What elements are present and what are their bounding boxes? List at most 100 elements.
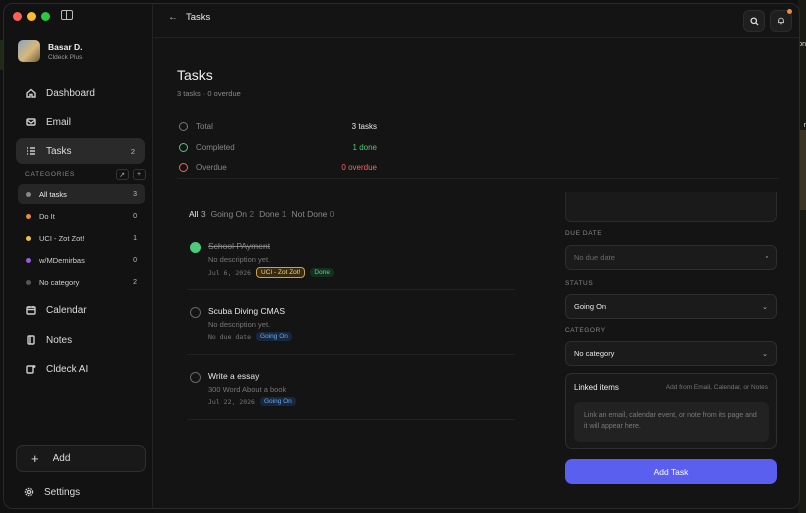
arrow-up-right-icon: ↗ [119, 171, 126, 179]
user-plan: Cldeck Plus [48, 53, 83, 61]
add-button[interactable]: + Add [16, 445, 146, 472]
zoom-window-button[interactable] [41, 12, 50, 21]
add-category-button[interactable]: + [133, 169, 146, 180]
sidebar-item-dashboard[interactable]: Dashboard [16, 80, 145, 106]
sidebar-item-label: Cldeck AI [46, 363, 89, 375]
back-arrow-icon[interactable]: ← [168, 12, 178, 23]
linked-items-hint: Add from Email, Calendar, or Notes [665, 384, 768, 391]
tab-count: 1 [281, 209, 287, 219]
task-meta: Jul 6, 2026 UCI - Zot Zot! Done [208, 267, 334, 278]
linked-items-panel: Linked items Add from Email, Calendar, o… [565, 373, 777, 449]
settings-label: Settings [44, 486, 81, 498]
task-filter-tabs: All 3 Going On 2 Done 1 Not Done 0 [189, 209, 335, 219]
breadcrumb: Tasks [186, 12, 211, 23]
stat-label: Completed [196, 142, 235, 152]
page-subtitle: 3 tasks · 0 overdue [177, 89, 241, 98]
page-title: Tasks [177, 67, 213, 83]
sidebar-item-label: Email [46, 116, 72, 128]
category-count: 2 [133, 278, 137, 286]
ai-icon [26, 365, 36, 374]
list-item[interactable]: Write a essay 300 Word About a book Jul … [187, 369, 515, 420]
tab-label: Not Done [291, 209, 328, 219]
top-bar: ← Tasks [154, 4, 799, 38]
category-label: No category [39, 277, 80, 287]
category-uci-zot-zot[interactable]: UCI - Zot Zot! 1 [18, 228, 145, 248]
task-checkbox[interactable] [190, 242, 201, 253]
tab-all[interactable]: All 3 [189, 209, 206, 219]
category-count: 3 [133, 190, 137, 198]
task-meta: No due date Going On [208, 332, 292, 341]
tab-count: 3 [200, 209, 206, 219]
sidebar-item-cldeck-ai[interactable]: Cldeck AI [16, 356, 145, 382]
category-count: 0 [133, 256, 137, 264]
tab-done[interactable]: Done 1 [259, 209, 286, 219]
add-task-button[interactable]: Add Task [565, 459, 777, 484]
gear-icon [24, 487, 34, 497]
linked-items-title: Linked items [574, 383, 619, 392]
category-color-dot [26, 279, 31, 285]
sidebar: Basar D. Cldeck Plus Dashboard Email Tas… [4, 4, 153, 508]
chevron-down-icon: ⌄ [762, 303, 768, 311]
category-do-it[interactable]: Do It 0 [18, 206, 145, 226]
tasks-count-badge: 2 [130, 146, 135, 156]
category-color-dot [26, 213, 31, 219]
settings-button[interactable]: Settings [16, 482, 80, 502]
status-select[interactable]: Going On ⌄ [565, 294, 777, 319]
user-profile[interactable]: Basar D. Cldeck Plus [18, 40, 83, 62]
category-all-tasks[interactable]: All tasks 3 [18, 184, 145, 204]
category-w-mdemirbas[interactable]: w/MDemirbas 0 [18, 250, 145, 270]
category-color-dot [26, 257, 31, 263]
status-badge: Done [310, 268, 334, 277]
list-item[interactable]: Scuba Diving CMAS No description yet. No… [187, 304, 515, 355]
row-separator [187, 354, 515, 355]
due-date-field[interactable]: No due date ▫ [565, 245, 777, 270]
sidebar-item-calendar[interactable]: Calendar [16, 297, 145, 323]
list-item[interactable]: School PAyment No description yet. Jul 6… [187, 239, 515, 290]
calendar-icon: ▫ [765, 254, 768, 261]
plus-icon: + [31, 451, 39, 466]
tab-not-done[interactable]: Not Done 0 [292, 209, 335, 219]
home-icon [26, 88, 36, 98]
task-checkbox[interactable] [190, 307, 201, 318]
task-date: Jul 22, 2026 [208, 397, 255, 406]
clock-icon [179, 121, 188, 131]
row-separator [187, 289, 515, 290]
category-count: 0 [133, 212, 137, 220]
sidebar-item-label: Notes [46, 334, 73, 346]
sidebar-item-tasks[interactable]: Tasks 2 [16, 138, 145, 164]
close-window-button[interactable] [13, 12, 22, 21]
task-checkbox[interactable] [190, 372, 201, 383]
notification-dot [787, 9, 792, 14]
stat-total: Total 3 tasks [179, 119, 377, 133]
mail-icon [26, 118, 36, 126]
minimize-window-button[interactable] [27, 12, 36, 21]
user-name: Basar D. [48, 41, 83, 52]
search-icon [749, 16, 759, 26]
search-button[interactable] [743, 10, 765, 32]
stat-overdue: Overdue 0 overdue [179, 160, 377, 174]
category-label: CATEGORY [565, 327, 606, 334]
sidebar-item-notes[interactable]: Notes [16, 327, 145, 353]
tab-label: Done [259, 209, 280, 219]
task-description: No description yet. [208, 320, 271, 329]
task-title: Scuba Diving CMAS [208, 306, 286, 316]
app-window: Basar D. Cldeck Plus Dashboard Email Tas… [3, 3, 800, 509]
notifications-button[interactable] [770, 9, 792, 32]
expand-categories-button[interactable]: ↗ [116, 169, 129, 180]
task-title: School PAyment [208, 241, 271, 251]
tab-going-on[interactable]: Going On 2 [211, 209, 255, 219]
sidebar-item-email[interactable]: Email [16, 109, 145, 135]
sidebar-toggle-icon[interactable] [61, 10, 73, 20]
category-select[interactable]: No category ⌄ [565, 341, 777, 366]
category-count: 1 [133, 234, 137, 242]
status-badge: Going On [256, 332, 292, 341]
category-no-category[interactable]: No category 2 [18, 272, 145, 292]
description-textarea[interactable] [565, 192, 777, 222]
divider [177, 178, 779, 179]
list-icon [27, 147, 35, 155]
stat-value: 1 done [352, 142, 377, 152]
tab-count: 0 [329, 209, 335, 219]
category-color-dot [26, 191, 31, 197]
task-date: Jul 6, 2026 [208, 268, 252, 277]
due-date-placeholder: No due date [574, 253, 615, 262]
